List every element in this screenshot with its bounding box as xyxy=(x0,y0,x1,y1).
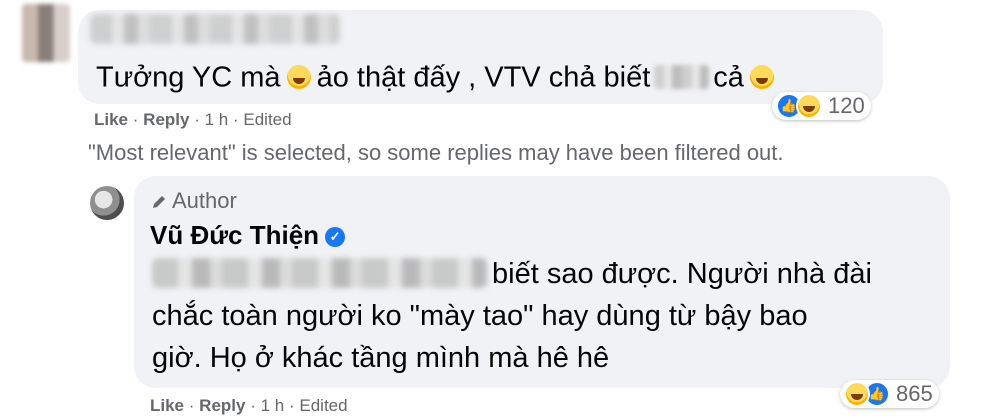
reply-text-line-1: biết sao được. Người nhà đài xyxy=(492,258,872,290)
author-name[interactable]: Vũ Đức Thiện ✓ xyxy=(150,220,346,251)
reply-link[interactable]: Reply xyxy=(199,396,245,415)
blurred-text xyxy=(654,65,710,90)
reply-link[interactable]: Reply xyxy=(143,110,189,129)
comment-actions: Like · Reply · 1 h · Edited xyxy=(94,110,292,129)
reply-actions: Like · Reply · 1 h · Edited xyxy=(150,396,348,415)
reaction-summary[interactable]: 👍 120 xyxy=(772,92,871,120)
blurred-text xyxy=(152,258,487,288)
laughing-emoji-icon xyxy=(286,65,311,90)
commenter-avatar[interactable] xyxy=(22,4,70,62)
edited-label[interactable]: Edited xyxy=(299,396,347,415)
reply-text-line-2: chắc toàn người ko "mày tao" hay dùng từ… xyxy=(152,300,808,332)
laughing-emoji-icon xyxy=(749,65,774,90)
verified-badge-icon: ✓ xyxy=(325,227,346,248)
haha-reaction-icon xyxy=(796,93,822,119)
author-avatar[interactable] xyxy=(90,186,124,220)
comment-text: Tưởng YC mà ảo thật đấy , VTV chả biết cả xyxy=(96,58,780,95)
reaction-count: 120 xyxy=(828,93,865,118)
blurred-commenter-name[interactable] xyxy=(90,14,340,44)
timestamp[interactable]: 1 h xyxy=(261,396,285,415)
haha-reaction-icon xyxy=(844,381,870,407)
timestamp[interactable]: 1 h xyxy=(205,110,229,129)
filter-notice: "Most relevant" is selected, so some rep… xyxy=(88,140,784,165)
like-link[interactable]: Like xyxy=(94,110,128,129)
reply-text-line-3: giờ. Họ ở khác tầng mình mà hê hê xyxy=(152,342,610,374)
edited-label[interactable]: Edited xyxy=(243,110,291,129)
reaction-count: 865 xyxy=(896,381,933,406)
like-link[interactable]: Like xyxy=(150,396,184,415)
author-badge: Author xyxy=(150,188,237,214)
reaction-summary[interactable]: 👍 865 xyxy=(840,380,939,408)
pencil-icon xyxy=(153,196,165,208)
